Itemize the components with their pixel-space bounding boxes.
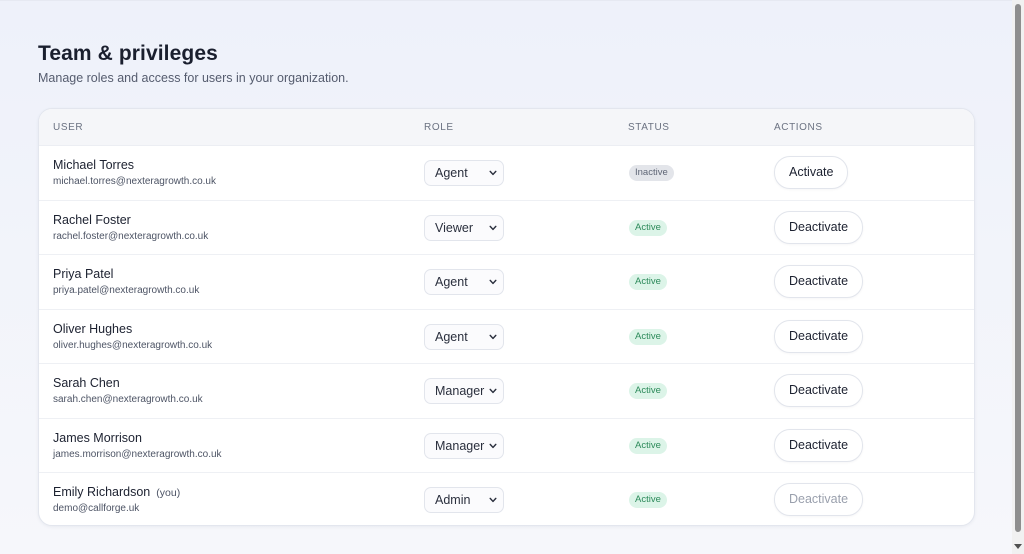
deactivate-button[interactable]: Deactivate — [774, 374, 864, 407]
deactivate-button[interactable]: Deactivate — [774, 319, 864, 353]
user-name-text: Sarah Chen — [53, 376, 120, 390]
role-select-value: Admin — [435, 493, 471, 507]
chevron-down-icon — [489, 334, 497, 339]
user-name-text: Michael Torres — [53, 158, 135, 172]
table-body: Michael Torres michael.torres@nexteragro… — [39, 146, 974, 525]
you-label: (you) — [156, 487, 181, 499]
deactivate-button[interactable]: Deactivate — [774, 210, 864, 244]
status-badge: Inactive — [629, 165, 674, 181]
chevron-down-icon — [489, 443, 497, 448]
scrollbar-thumb[interactable] — [1015, 4, 1021, 532]
user-name-text: Oliver Hughes — [53, 321, 133, 336]
table-row: Rachel Foster rachel.foster@nexteragrowt… — [39, 201, 974, 255]
table-header: USER ROLE STATUS ACTIONS — [39, 109, 974, 146]
status-badge: Active — [629, 274, 667, 290]
chevron-down-icon — [489, 225, 497, 230]
team-table: USER ROLE STATUS ACTIONS Michael Torres … — [38, 108, 975, 526]
user-name: Rachel Foster — [53, 213, 137, 227]
chevron-down-icon — [489, 388, 497, 394]
user-name: James Morrison — [53, 431, 148, 445]
role-select[interactable]: Agent — [424, 160, 504, 186]
role-select-value: Manager — [435, 384, 485, 398]
table-row: Oliver Hughes oliver.hughes@nexteragrowt… — [39, 310, 974, 364]
role-select[interactable]: Manager — [424, 432, 504, 459]
role-select[interactable]: Admin — [424, 487, 504, 513]
deactivate-button[interactable]: Deactivate — [774, 265, 864, 298]
role-select-value: Agent — [435, 275, 468, 289]
user-name: Michael Torres — [53, 158, 140, 172]
page-title: Team & privileges — [38, 42, 218, 65]
status-badge: Active — [629, 383, 667, 399]
user-email: rachel.foster@nexteragrowth.co.uk — [53, 230, 209, 242]
role-select-value: Viewer — [435, 220, 473, 235]
table-row: Michael Torres michael.torres@nexteragro… — [39, 146, 974, 201]
user-name-text: Emily Richardson — [53, 485, 151, 499]
role-select[interactable]: Agent — [424, 323, 504, 350]
user-name-text: James Morrison — [53, 430, 142, 445]
user-name-text: Rachel Foster — [53, 212, 131, 227]
role-select-value: Manager — [435, 438, 485, 453]
column-header-role: ROLE — [424, 122, 454, 133]
status-badge: Active — [629, 492, 667, 508]
role-select-value: Agent — [435, 329, 468, 344]
user-email: demo@callforge.uk — [53, 503, 140, 514]
page: Team & privileges Manage roles and acces… — [0, 0, 1012, 554]
user-name: Priya Patel — [53, 267, 119, 281]
activate-button[interactable]: Activate — [774, 156, 849, 189]
user-email: priya.patel@nexteragrowth.co.uk — [53, 285, 200, 296]
chevron-down-icon — [489, 170, 497, 176]
role-select[interactable]: Viewer — [424, 214, 504, 241]
status-badge: Active — [629, 328, 667, 345]
deactivate-button[interactable]: Deactivate — [774, 483, 864, 516]
user-email: james.morrison@nexteragrowth.co.uk — [53, 448, 222, 460]
chevron-down-icon — [489, 497, 497, 503]
user-name: Emily Richardson (you) — [53, 485, 180, 499]
user-email: oliver.hughes@nexteragrowth.co.uk — [53, 339, 213, 351]
column-header-status: STATUS — [628, 122, 670, 133]
scrollbar[interactable] — [1012, 0, 1024, 554]
chevron-down-icon — [489, 279, 497, 285]
table-row: Priya Patel priya.patel@nexteragrowth.co… — [39, 255, 974, 310]
table-row: James Morrison james.morrison@nexteragro… — [39, 419, 974, 473]
user-name: Oliver Hughes — [53, 322, 138, 336]
scroll-down-arrow-icon[interactable] — [1014, 542, 1022, 550]
user-name-text: Priya Patel — [53, 267, 114, 281]
role-select-value: Agent — [435, 166, 468, 180]
user-email: michael.torres@nexteragrowth.co.uk — [53, 176, 216, 187]
page-subtitle: Manage roles and access for users in you… — [38, 71, 349, 85]
table-row: Sarah Chen sarah.chen@nexteragrowth.co.u… — [39, 364, 974, 419]
user-name: Sarah Chen — [53, 376, 126, 390]
column-header-actions: ACTIONS — [774, 122, 823, 133]
table-row: Emily Richardson (you) demo@callforge.uk … — [39, 473, 974, 525]
status-badge: Active — [629, 219, 667, 236]
role-select[interactable]: Agent — [424, 269, 504, 295]
user-email: sarah.chen@nexteragrowth.co.uk — [53, 394, 203, 405]
role-select[interactable]: Manager — [424, 378, 504, 404]
status-badge: Active — [629, 437, 667, 454]
deactivate-button[interactable]: Deactivate — [774, 428, 864, 462]
column-header-user: USER — [53, 122, 84, 133]
